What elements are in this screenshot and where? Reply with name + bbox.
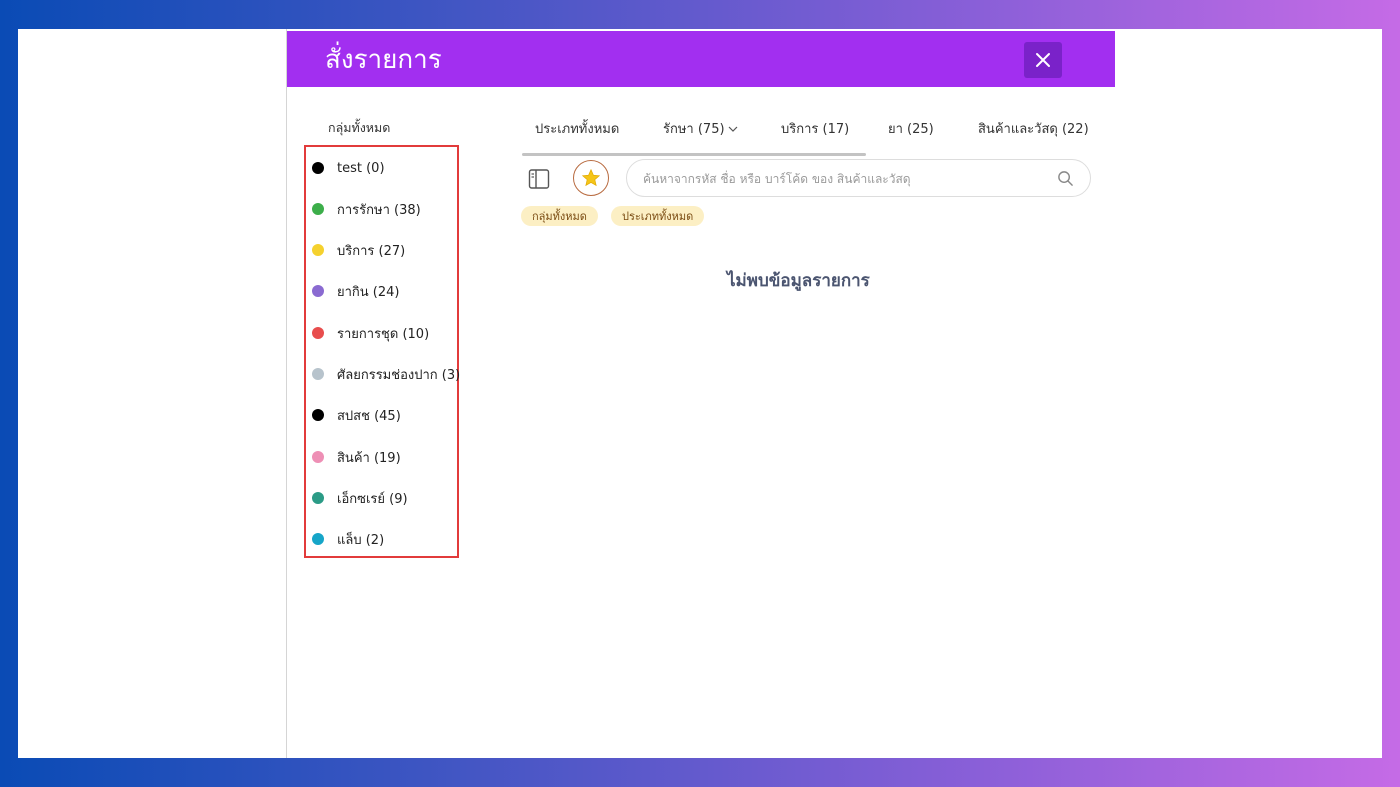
tab-label: รักษา (75) [663, 122, 725, 137]
group-color-dot [312, 285, 324, 297]
group-color-dot [312, 327, 324, 339]
group-label: สปสช (45) [337, 408, 401, 424]
search-box [626, 159, 1091, 197]
background-canvas: สั่งรายการ กลุ่มทั้งหมด test (0) การรักษ… [18, 29, 1382, 758]
group-color-dot [312, 451, 324, 463]
group-color-dot [312, 162, 324, 174]
star-icon [581, 168, 601, 187]
group-color-dot [312, 203, 324, 215]
group-item-test[interactable]: test (0) [312, 158, 385, 178]
group-label: แล็บ (2) [337, 532, 385, 548]
group-label: สินค้า (19) [337, 450, 401, 466]
tab-all-types[interactable]: ประเภททั้งหมด [535, 118, 619, 139]
tab-label: ยา (25) [888, 122, 934, 137]
sidebar-toggle-button[interactable] [528, 168, 550, 190]
close-button[interactable] [1024, 42, 1062, 78]
group-item-set[interactable]: รายการชุด (10) [312, 323, 429, 343]
group-label: เอ็กซเรย์ (9) [337, 491, 408, 507]
group-color-dot [312, 368, 324, 380]
group-label: test (0) [337, 160, 385, 176]
sidebar-toggle-icon [528, 169, 550, 189]
search-icon[interactable] [1057, 170, 1074, 187]
tab-products-supplies[interactable]: สินค้าและวัสดุ (22) [978, 118, 1089, 139]
group-item-product[interactable]: สินค้า (19) [312, 447, 401, 467]
group-item-oral-surgery[interactable]: ศัลยกรรมช่องปาก (3) [312, 364, 460, 384]
group-color-dot [312, 409, 324, 421]
tab-label: ประเภททั้งหมด [535, 122, 620, 137]
group-item-treatment[interactable]: การรักษา (38) [312, 199, 421, 219]
group-item-lab[interactable]: แล็บ (2) [312, 529, 384, 549]
tab-scrollbar[interactable] [522, 153, 866, 156]
order-modal: สั่งรายการ กลุ่มทั้งหมด test (0) การรักษ… [286, 29, 1115, 758]
chevron-down-icon [728, 126, 737, 132]
close-icon [1036, 53, 1050, 67]
group-label: บริการ (27) [337, 243, 406, 259]
group-item-service[interactable]: บริการ (27) [312, 240, 405, 260]
filter-chip-group[interactable]: กลุ่มทั้งหมด [521, 206, 598, 226]
group-label: ยากิน (24) [337, 284, 400, 300]
group-label: การรักษา (38) [337, 202, 421, 218]
favorite-button[interactable] [573, 160, 609, 196]
tab-label: สินค้าและวัสดุ (22) [978, 122, 1089, 137]
tab-treatment[interactable]: รักษา (75) [663, 118, 739, 139]
modal-header: สั่งรายการ [287, 31, 1115, 87]
group-label: รายการชุด (10) [337, 326, 430, 342]
category-tabs: ประเภททั้งหมด รักษา (75) บริการ (17) ยา … [522, 109, 1092, 159]
group-color-dot [312, 492, 324, 504]
empty-state-message: ไม่พบข้อมูลรายการ [727, 271, 870, 291]
group-item-nhso[interactable]: สปสช (45) [312, 405, 401, 425]
group-label: ศัลยกรรมช่องปาก (3) [337, 367, 461, 383]
group-heading[interactable]: กลุ่มทั้งหมด [328, 118, 390, 138]
tab-service[interactable]: บริการ (17) [781, 118, 849, 139]
tab-medicine[interactable]: ยา (25) [888, 118, 934, 139]
group-item-oral-medicine[interactable]: ยากิน (24) [312, 281, 400, 301]
tab-label: บริการ (17) [781, 122, 850, 137]
group-list: test (0) การรักษา (38) บริการ (27) ยากิน… [304, 145, 460, 558]
group-color-dot [312, 244, 324, 256]
modal-title: สั่งรายการ [325, 45, 442, 75]
group-color-dot [312, 533, 324, 545]
search-input[interactable] [641, 168, 1045, 190]
group-item-xray[interactable]: เอ็กซเรย์ (9) [312, 488, 408, 508]
filter-chip-type[interactable]: ประเภททั้งหมด [611, 206, 705, 226]
